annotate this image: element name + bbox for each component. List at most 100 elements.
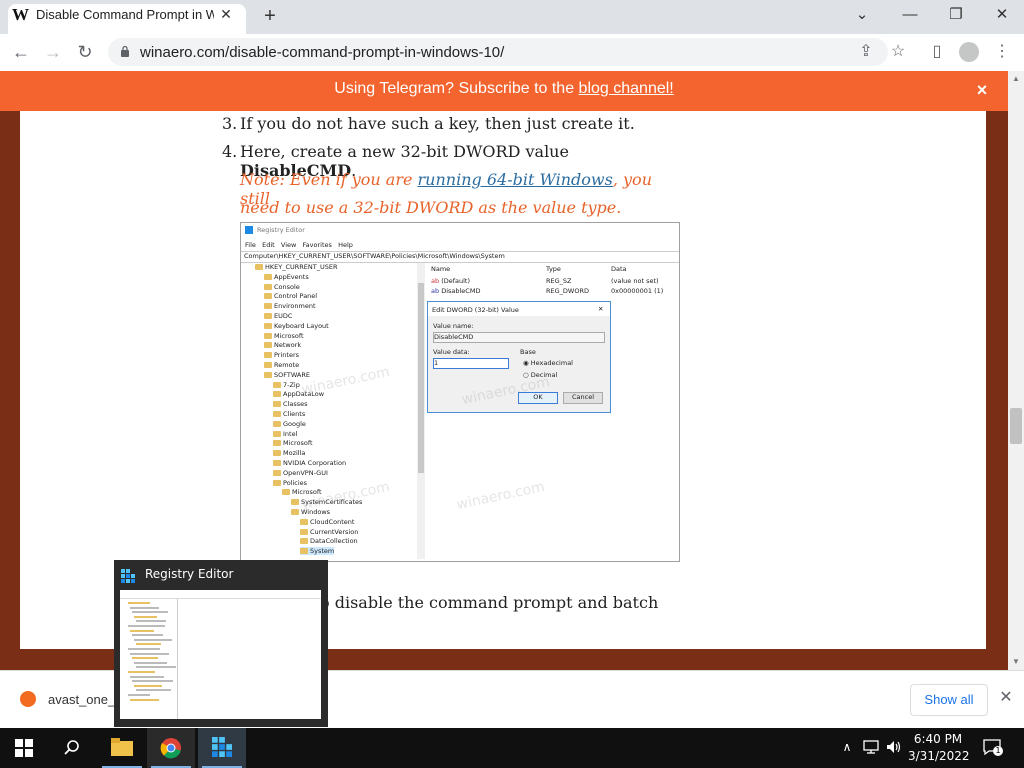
thumb-tree-row: [128, 671, 155, 673]
thumb-menubar: [120, 590, 321, 599]
regedit-address-bar: Computer\HKEY_CURRENT_USER\SOFTWARE\Poli…: [241, 251, 679, 263]
minimize-button[interactable]: —: [896, 5, 924, 25]
thumb-tree-row: [128, 602, 150, 604]
page-scrollbar[interactable]: [1008, 71, 1024, 670]
restore-button[interactable]: ❐: [942, 5, 970, 25]
winaero-favicon-icon: W: [12, 5, 29, 24]
file-explorer-taskbar-button[interactable]: [98, 728, 146, 768]
clock-time[interactable]: 6:40 PM: [908, 732, 968, 748]
tree-item: Mozilla: [273, 449, 305, 457]
folder-icon: [264, 293, 272, 300]
back-button[interactable]: ←: [10, 41, 32, 63]
folder-icon: [300, 528, 308, 535]
windows-start-icon[interactable]: [15, 739, 33, 757]
tree-item: CloudContent: [300, 518, 354, 526]
step-4-number: 4.: [222, 142, 238, 161]
tab-search-chevron-icon[interactable]: ⌄: [848, 5, 876, 25]
folder-icon: [291, 499, 299, 506]
tree-item: Console: [264, 283, 300, 291]
value-name-label: Value name:: [433, 322, 474, 330]
banner-text: Using Telegram? Subscribe to the blog ch…: [334, 80, 674, 97]
folder-icon: [273, 381, 281, 388]
scroll-down-arrow-icon[interactable]: ▼: [1010, 657, 1022, 667]
show-hidden-icons-chevron-icon[interactable]: ∧: [840, 740, 854, 754]
tree-item: Classes: [273, 400, 308, 408]
thumb-tree-row: [130, 675, 164, 678]
tree-item: Google: [273, 420, 306, 428]
thumb-tree-row: [132, 680, 173, 683]
thumb-tree-row: [134, 615, 157, 618]
blog-channel-link[interactable]: blog channel!: [579, 80, 674, 97]
close-window-button[interactable]: ✕: [988, 5, 1016, 25]
tree-item: CurrentVersion: [300, 528, 358, 536]
tree-item: Microsoft: [273, 439, 313, 447]
scroll-thumb[interactable]: [1010, 408, 1022, 444]
folder-icon: [264, 273, 272, 280]
thumb-tree-row: [134, 661, 167, 664]
step-5-text-partial: o disable the command prompt and batch: [320, 593, 659, 612]
tree-item: 7-Zip: [273, 381, 300, 389]
note-line-1: Note: Even if you are running 64-bit Win…: [240, 170, 652, 208]
registry-editor-taskbar-button[interactable]: [198, 728, 246, 768]
bookmark-star-icon[interactable]: ☆: [888, 42, 908, 62]
lock-icon[interactable]: [120, 45, 130, 58]
thumb-tree-row: [130, 606, 159, 609]
thumb-tree-row: [132, 634, 163, 637]
value-disablecmd-data: 0x00000001 (1): [611, 287, 664, 295]
notification-center-icon[interactable]: 1: [983, 738, 1003, 756]
banner-close-button[interactable]: ×: [973, 81, 991, 99]
regedit-icon: [245, 226, 253, 234]
folder-icon: [273, 401, 281, 408]
network-icon[interactable]: [862, 740, 880, 754]
more-menu-icon[interactable]: ⋮: [992, 42, 1012, 62]
show-all-button[interactable]: Show all: [910, 684, 988, 716]
scroll-up-arrow-icon[interactable]: ▲: [1010, 74, 1022, 84]
value-name-field: DisableCMD: [433, 332, 605, 343]
folder-icon: [273, 450, 281, 457]
tree-item: NVIDIA Corporation: [273, 459, 346, 467]
thumb-tree-row: [134, 638, 172, 641]
dialog-title: Edit DWORD (32-bit) Value: [432, 306, 519, 314]
folder-icon: [282, 489, 290, 496]
folder-icon: [264, 342, 272, 349]
note-line-2: need to use a 32-bit DWORD as the value …: [240, 198, 622, 217]
thumb-divider: [177, 599, 178, 719]
preview-thumbnail[interactable]: [120, 590, 321, 719]
download-filename[interactable]: avast_one_e: [48, 692, 118, 710]
search-icon[interactable]: [63, 739, 81, 757]
tree-item: AppEvents: [264, 273, 309, 281]
download-bar-close-icon[interactable]: ✕: [998, 690, 1014, 706]
folder-icon: [273, 391, 281, 398]
step-3-number: 3.: [222, 114, 238, 133]
thumb-tree-row: [132, 611, 168, 614]
col-data: Data: [611, 265, 627, 273]
tree-item: Environment: [264, 302, 316, 310]
forward-button[interactable]: →: [42, 41, 64, 63]
tree-item: DataCollection: [300, 537, 358, 545]
profile-avatar[interactable]: [959, 42, 979, 62]
share-icon[interactable]: ⇪: [856, 42, 876, 62]
chrome-taskbar-button[interactable]: [147, 728, 195, 768]
tree-item: EUDC: [264, 312, 292, 320]
thumb-tree-row: [130, 698, 159, 701]
regedit-menu: File Edit View Favorites Help: [245, 241, 353, 249]
registry-editor-screenshot: Registry Editor File Edit View Favorites…: [240, 222, 680, 562]
thumb-tree-row: [130, 629, 154, 632]
col-type: Type: [546, 265, 561, 273]
tab-close-icon[interactable]: ✕: [218, 6, 234, 22]
new-tab-button[interactable]: +: [260, 6, 280, 26]
folder-icon: [273, 411, 281, 417]
value-data-label: Value data:: [433, 348, 470, 356]
thumb-tree-row: [136, 666, 176, 669]
regedit-title: Registry Editor: [257, 226, 305, 234]
folder-icon: [264, 322, 272, 329]
reload-button[interactable]: ↻: [74, 41, 96, 63]
clock-date[interactable]: 3/31/2022: [908, 749, 970, 765]
side-panel-icon[interactable]: ▯: [927, 42, 947, 62]
preview-title: Registry Editor: [145, 567, 234, 581]
tree-item: Keyboard Layout: [264, 322, 329, 330]
avast-file-icon: [20, 691, 36, 707]
thumb-tree-row: [128, 694, 150, 696]
running-64-bit-windows-link[interactable]: running 64-bit Windows: [418, 170, 613, 189]
volume-icon[interactable]: [886, 740, 902, 754]
